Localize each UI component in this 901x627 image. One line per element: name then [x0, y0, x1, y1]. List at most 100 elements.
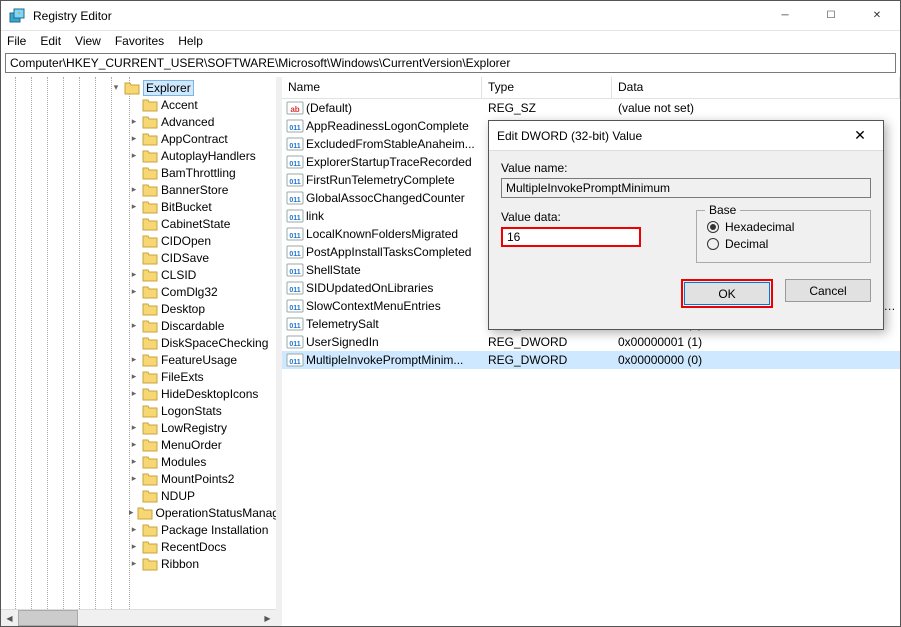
- maximize-button[interactable]: ☐: [808, 1, 854, 30]
- tree-item[interactable]: CabinetState: [111, 215, 276, 232]
- menu-file[interactable]: File: [7, 34, 26, 48]
- tree-item[interactable]: ▸FileExts: [111, 368, 276, 385]
- expander-icon[interactable]: ▸: [129, 286, 139, 297]
- expander-icon[interactable]: ▸: [129, 133, 139, 144]
- edit-dword-dialog: Edit DWORD (32-bit) Value ✕ Value name: …: [488, 120, 884, 330]
- folder-icon: [142, 302, 158, 316]
- list-row[interactable]: 011UserSignedInREG_DWORD0x00000001 (1): [282, 333, 900, 351]
- menu-edit[interactable]: Edit: [40, 34, 61, 48]
- menu-help[interactable]: Help: [178, 34, 203, 48]
- tree-item[interactable]: ▸RecentDocs: [111, 538, 276, 555]
- expander-icon[interactable]: ▾: [111, 82, 121, 93]
- tree-item[interactable]: ▸AutoplayHandlers: [111, 147, 276, 164]
- list-row[interactable]: 011MultipleInvokePromptMinim...REG_DWORD…: [282, 351, 900, 369]
- folder-icon: [142, 370, 158, 384]
- expander-icon[interactable]: ▸: [129, 184, 139, 195]
- scroll-track[interactable]: [18, 610, 259, 626]
- tree-item[interactable]: ▸FeatureUsage: [111, 351, 276, 368]
- tree-item[interactable]: CIDOpen: [111, 232, 276, 249]
- close-button[interactable]: ✕: [854, 1, 900, 30]
- tree-item[interactable]: LogonStats: [111, 402, 276, 419]
- cancel-button[interactable]: Cancel: [785, 279, 871, 302]
- expander-icon[interactable]: ▸: [129, 422, 139, 433]
- tree-item[interactable]: DiskSpaceChecking: [111, 334, 276, 351]
- tree-item[interactable]: Accent: [111, 96, 276, 113]
- tree-item-label: CIDSave: [161, 251, 209, 265]
- tree-item-label: NDUP: [161, 489, 195, 503]
- tree-item[interactable]: ▸AppContract: [111, 130, 276, 147]
- col-header-name[interactable]: Name: [282, 77, 482, 98]
- expander-icon[interactable]: ▸: [129, 201, 139, 212]
- tree-item[interactable]: ▸MenuOrder: [111, 436, 276, 453]
- value-data: (value not set): [612, 101, 900, 115]
- tree-item[interactable]: ▸HideDesktopIcons: [111, 385, 276, 402]
- tree-item[interactable]: ▸Ribbon: [111, 555, 276, 572]
- tree-item[interactable]: ▸Modules: [111, 453, 276, 470]
- tree-item[interactable]: ▸ Discardable: [111, 317, 276, 334]
- expander-icon[interactable]: ▸: [129, 456, 139, 467]
- value-name-input[interactable]: [501, 178, 871, 198]
- scroll-left-button[interactable]: ◀: [1, 610, 18, 627]
- value-type: REG_SZ: [482, 101, 612, 115]
- address-bar[interactable]: Computer\HKEY_CURRENT_USER\SOFTWARE\Micr…: [5, 53, 896, 73]
- tree-item[interactable]: ▸LowRegistry: [111, 419, 276, 436]
- folder-icon: [142, 183, 158, 197]
- value-name: SlowContextMenuEntries: [306, 299, 482, 313]
- value-type-icon: 011: [286, 244, 304, 260]
- tree-item[interactable]: ▸BitBucket: [111, 198, 276, 215]
- expander-icon[interactable]: ▸: [129, 116, 139, 127]
- expander-icon[interactable]: ▸: [129, 541, 139, 552]
- col-header-type[interactable]: Type: [482, 77, 612, 98]
- scroll-right-button[interactable]: ▶: [259, 610, 276, 627]
- scroll-thumb[interactable]: [18, 610, 78, 626]
- tree-item[interactable]: ▸MountPoints2: [111, 470, 276, 487]
- radio-hexadecimal[interactable]: Hexadecimal: [707, 220, 860, 234]
- value-name: FirstRunTelemetryComplete: [306, 173, 482, 187]
- base-legend: Base: [705, 203, 740, 217]
- menu-favorites[interactable]: Favorites: [115, 34, 164, 48]
- expander-icon[interactable]: ▸: [129, 150, 139, 161]
- tree-item[interactable]: ▸Advanced: [111, 113, 276, 130]
- tree-item[interactable]: ▸Package Installation: [111, 521, 276, 538]
- expander-icon[interactable]: ▸: [129, 269, 139, 280]
- value-data-input[interactable]: [501, 227, 641, 247]
- tree-item[interactable]: CIDSave: [111, 249, 276, 266]
- tree-item[interactable]: BamThrottling: [111, 164, 276, 181]
- tree-scroll[interactable]: ▾ ExplorerAccent▸Advanced▸AppContract▸Aut…: [1, 77, 276, 609]
- expander-icon[interactable]: ▸: [129, 439, 139, 450]
- expander-icon[interactable]: ▸: [129, 320, 139, 331]
- list-row[interactable]: ab(Default)REG_SZ(value not set): [282, 99, 900, 117]
- expander-icon[interactable]: ▸: [129, 371, 139, 382]
- folder-icon: [142, 285, 158, 299]
- expander-icon[interactable]: ▸: [129, 558, 139, 569]
- expander-icon[interactable]: ▸: [129, 473, 139, 484]
- expander-icon[interactable]: ▸: [129, 388, 139, 399]
- radio-decimal[interactable]: Decimal: [707, 237, 860, 251]
- svg-text:011: 011: [289, 143, 300, 150]
- svg-text:011: 011: [289, 359, 300, 366]
- tree-item[interactable]: ▸ComDlg32: [111, 283, 276, 300]
- col-header-data[interactable]: Data: [612, 77, 900, 98]
- tree-item-label: Discardable: [161, 319, 224, 333]
- tree-item[interactable]: ▾ Explorer: [111, 79, 276, 96]
- ok-button[interactable]: OK: [684, 282, 770, 305]
- expander-icon[interactable]: ▸: [129, 507, 134, 518]
- tree-item[interactable]: ▸BannerStore: [111, 181, 276, 198]
- radio-icon: [707, 238, 719, 250]
- expander-icon[interactable]: ▸: [129, 524, 139, 535]
- tree-item[interactable]: NDUP: [111, 487, 276, 504]
- tree-h-scrollbar[interactable]: ◀ ▶: [1, 609, 276, 626]
- dialog-close-icon[interactable]: ✕: [845, 127, 875, 144]
- value-type-icon: 011: [286, 118, 304, 134]
- tree-item[interactable]: Desktop: [111, 300, 276, 317]
- value-type-icon: 011: [286, 262, 304, 278]
- minimize-button[interactable]: ─: [762, 1, 808, 30]
- expander-icon[interactable]: ▸: [129, 354, 139, 365]
- tree-item[interactable]: ▸CLSID: [111, 266, 276, 283]
- tree-item-label: Explorer: [143, 80, 194, 96]
- dialog-titlebar[interactable]: Edit DWORD (32-bit) Value ✕: [489, 121, 883, 151]
- tree-item[interactable]: ▸OperationStatusManager: [111, 504, 276, 521]
- menu-view[interactable]: View: [75, 34, 101, 48]
- folder-icon: [142, 523, 158, 537]
- value-type: REG_DWORD: [482, 353, 612, 367]
